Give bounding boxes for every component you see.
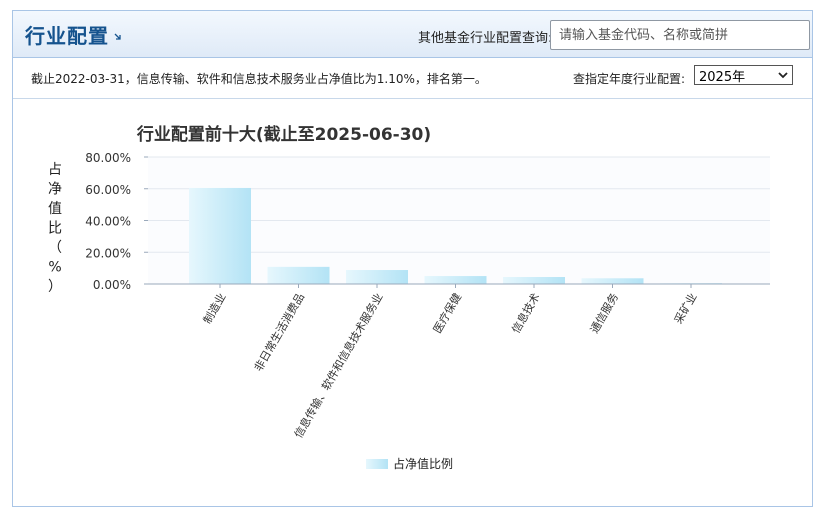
- y-axis-label-char: 比: [48, 221, 62, 237]
- y-axis-label-char: %: [48, 260, 61, 276]
- chart-title: 行业配置前十大(截止至2025-06-30): [136, 124, 431, 145]
- x-tick-label: 通信服务: [588, 291, 621, 336]
- y-tick-label: 40.00%: [85, 215, 131, 229]
- y-axis-label-char: （: [48, 240, 62, 256]
- y-tick-label: 20.00%: [85, 246, 131, 260]
- legend-swatch[interactable]: [366, 459, 388, 469]
- y-tick-label: 0.00%: [93, 278, 131, 292]
- x-tick-label: 信息传输、软件和信息技术服务业: [291, 291, 386, 441]
- y-axis-label-char: ）: [48, 279, 62, 295]
- bar-chart: 行业配置前十大(截止至2025-06-30) 0.00% 20.00% 40.00%…: [48, 124, 770, 471]
- bar: [581, 278, 644, 284]
- legend-label[interactable]: 占净值比例: [393, 456, 453, 471]
- y-axis-label-char: 占: [48, 162, 62, 178]
- y-axis-label-char: 净: [48, 182, 62, 198]
- bar: [189, 187, 251, 284]
- x-tick-label: 制造业: [200, 291, 229, 327]
- x-tick-label: 医疗保健: [430, 291, 464, 336]
- y-axis-label-char: 值: [48, 201, 62, 217]
- bar: [346, 270, 408, 284]
- y-tick-label: 80.00%: [85, 151, 131, 165]
- x-tick-label: 信息技术: [508, 291, 542, 336]
- x-tick-label: 采矿业: [672, 291, 700, 326]
- bar: [267, 266, 330, 284]
- bar: [424, 276, 487, 284]
- y-tick-label: 60.00%: [85, 183, 131, 197]
- x-tick-label: 非日常生活消费品: [251, 291, 307, 374]
- bar: [503, 277, 565, 284]
